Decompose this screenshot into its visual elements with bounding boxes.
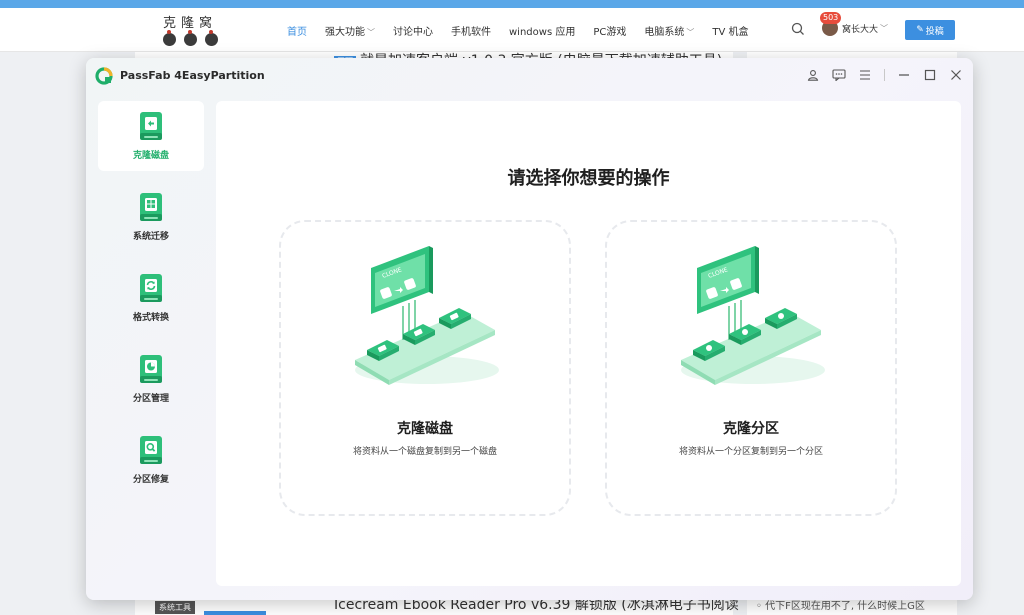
menu-item-tv[interactable]: TV 机盒 [712,23,748,38]
close-icon[interactable] [947,66,965,84]
page-title: 请选择你想要的操作 [507,168,670,189]
clone-partition-illustration: CLONE [681,246,825,385]
sidebar-item-label: 克隆磁盘 [132,151,169,161]
app-window: PassFab 4EasyPartition 克隆磁盘 系统迁移 格式转换 分区… [86,58,973,600]
bullet-icon: ◦ [756,601,766,612]
system-migration-icon [140,193,162,221]
menu-item-forum[interactable]: 讨论中心 [393,23,433,38]
search-icon[interactable] [791,22,805,36]
clone-disk-illustration: CLONE [355,246,499,385]
sidebar: 克隆磁盘 系统迁移 格式转换 分区管理 分区修复 [98,101,204,506]
menu-item-windows[interactable]: windows 应用 [509,23,575,38]
clone-partition-card[interactable]: CLONE 克隆分区 将资料从一个分区复制到另一个分区 [605,220,897,516]
category-tag[interactable]: 系统工具 [155,601,195,614]
site-logo[interactable]: 克隆窝 [158,12,222,46]
sidebar-item-label: 分区修复 [132,475,169,485]
clone-disk-icon [140,112,162,140]
chevron-down-icon: ﹀ [880,23,889,33]
sidebar-item-label: 系统迁移 [132,232,169,242]
format-convert-icon [140,274,162,302]
card-title: 克隆磁盘 [397,421,453,437]
title-bar[interactable]: PassFab 4EasyPartition [86,58,973,94]
menu-item-features[interactable]: 强大功能 ﹀ [325,23,375,38]
sidebar-item-clone-disk[interactable]: 克隆磁盘 [98,101,204,171]
site-menu: 首页 强大功能 ﹀ 讨论中心 手机软件 windows 应用 PC游戏 电脑系统 ﹀… [287,8,748,52]
sidebar-item-partition-repair[interactable]: 分区修复 [98,425,204,495]
card-description: 将资料从一个磁盘复制到另一个磁盘 [352,447,497,457]
menu-item-systems[interactable]: 电脑系统 ﹀ [644,23,694,38]
maximize-icon[interactable] [921,66,939,84]
avatar: 503 [820,12,842,36]
minimize-icon[interactable] [895,66,913,84]
article-thumbnail-edge [204,611,266,615]
sidebar-item-label: 格式转换 [132,313,169,323]
post-button[interactable]: ✎ 投稿 [905,20,955,40]
title-actions [804,66,965,84]
partition-repair-icon [140,436,162,464]
sidebar-item-system-migration[interactable]: 系统迁移 [98,182,204,252]
sidebar-item-format-convert[interactable]: 格式转换 [98,263,204,333]
chevron-down-icon: ﹀ [686,27,695,37]
app-logo-icon [95,67,113,85]
site-user-name: 窝长大大 [842,24,879,35]
site-header: 克隆窝 首页 强大功能 ﹀ 讨论中心 手机软件 windows 应用 PC游戏 电… [0,8,1024,52]
menu-item-home[interactable]: 首页 [287,23,307,38]
partition-manage-icon [140,355,162,383]
main-panel: 请选择你想要的操作 CLONE 克隆磁盘 将资料从一个磁盘复制到另一个磁盘 CL… [216,101,961,586]
user-icon[interactable] [804,66,822,84]
site-logo-text: 克隆窝 [162,16,217,31]
edit-icon: ✎ [916,25,924,35]
menu-item-pcgames[interactable]: PC游戏 [593,23,626,38]
card-title: 克隆分区 [723,421,779,437]
site-top-bar [0,0,1024,8]
notification-badge: 503 [820,12,842,24]
logo-mascot-icons [158,30,222,46]
menu-icon[interactable] [856,66,874,84]
sidebar-item-partition-manage[interactable]: 分区管理 [98,344,204,414]
title-separator [884,69,885,81]
feedback-icon[interactable] [830,66,848,84]
site-user-menu[interactable]: 503 窝长大大 ﹀ [820,12,889,36]
app-title: PassFab 4EasyPartition [120,69,265,82]
card-description: 将资料从一个分区复制到另一个分区 [678,447,823,457]
sidebar-item-label: 分区管理 [132,394,169,404]
chevron-down-icon: ﹀ [367,27,375,37]
menu-item-mobile[interactable]: 手机软件 [451,23,491,38]
clone-disk-card[interactable]: CLONE 克隆磁盘 将资料从一个磁盘复制到另一个磁盘 [279,220,571,516]
